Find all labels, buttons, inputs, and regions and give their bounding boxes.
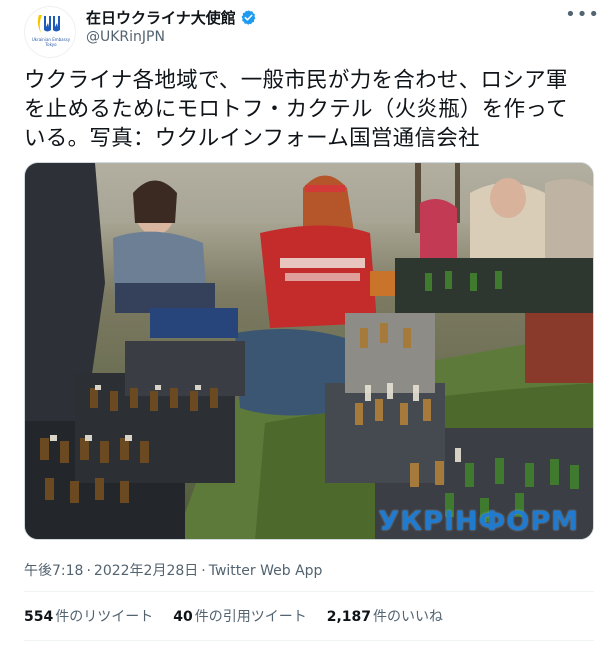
tweet-time[interactable]: 午後7:18 bbox=[24, 563, 83, 579]
account-handle[interactable]: @UKRinJPN bbox=[86, 29, 165, 45]
likes-stat[interactable]: 2,187 件のいいね bbox=[327, 606, 443, 626]
tweet-text: ウクライナ各地域で、一般市民が力を合わせ、ロシア軍を止めるためにモロトフ・カクテ… bbox=[24, 68, 568, 151]
account-name-row: 在日ウクライナ大使館 bbox=[86, 7, 257, 28]
meta-separator-2: · bbox=[201, 563, 206, 579]
retweets-count: 554 bbox=[24, 609, 54, 625]
divider-top bbox=[24, 591, 594, 592]
retweets-label: 件のリツイート bbox=[55, 609, 154, 625]
avatar[interactable]: Ukrainian Embassy Tokyo bbox=[24, 6, 76, 58]
quotes-count: 40 bbox=[173, 609, 193, 625]
quotes-label: 件の引用ツイート bbox=[194, 609, 307, 625]
retweets-stat[interactable]: 554 件のリツイート bbox=[24, 606, 153, 626]
divider-bottom bbox=[24, 640, 594, 641]
tweet-card: Ukrainian Embassy Tokyo 在日ウクライナ大使館 @UKRi… bbox=[6, 0, 606, 665]
embassy-logo-icon bbox=[37, 15, 60, 33]
likes-count: 2,187 bbox=[326, 609, 372, 625]
photo-watermark: УКРІНФОРМ bbox=[378, 506, 579, 537]
tweet-stats: 554 件のリツイート 40 件の引用ツイート 2,187 件のいいね bbox=[24, 606, 443, 626]
tweet-meta: 午後7:18 · 2022年2月28日 · Twitter Web App bbox=[24, 560, 322, 580]
verified-badge-icon bbox=[241, 10, 256, 25]
more-options-icon[interactable]: ••• bbox=[565, 4, 600, 25]
likes-label: 件のいいね bbox=[373, 609, 444, 625]
tweet-photo[interactable]: УКРІНФОРМ bbox=[24, 162, 594, 540]
tweet-date[interactable]: 2022年2月28日 bbox=[94, 563, 198, 579]
photo-scene bbox=[25, 163, 593, 539]
display-name[interactable]: 在日ウクライナ大使館 bbox=[86, 7, 236, 28]
tweet-source[interactable]: Twitter Web App bbox=[209, 563, 323, 579]
avatar-caption: Ukrainian Embassy Tokyo bbox=[31, 37, 71, 47]
quote-tweets-stat[interactable]: 40 件の引用ツイート bbox=[173, 606, 306, 626]
meta-separator: · bbox=[86, 563, 91, 579]
